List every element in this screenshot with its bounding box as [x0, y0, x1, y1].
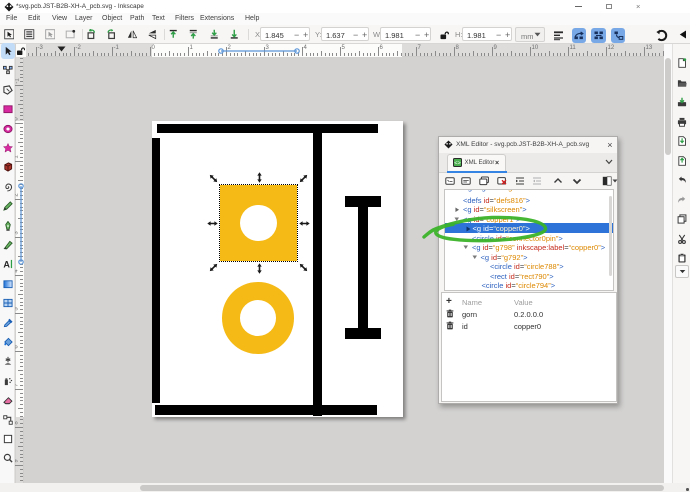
- svg-text:<>: <>: [454, 161, 460, 167]
- svg-text:A: A: [3, 260, 10, 269]
